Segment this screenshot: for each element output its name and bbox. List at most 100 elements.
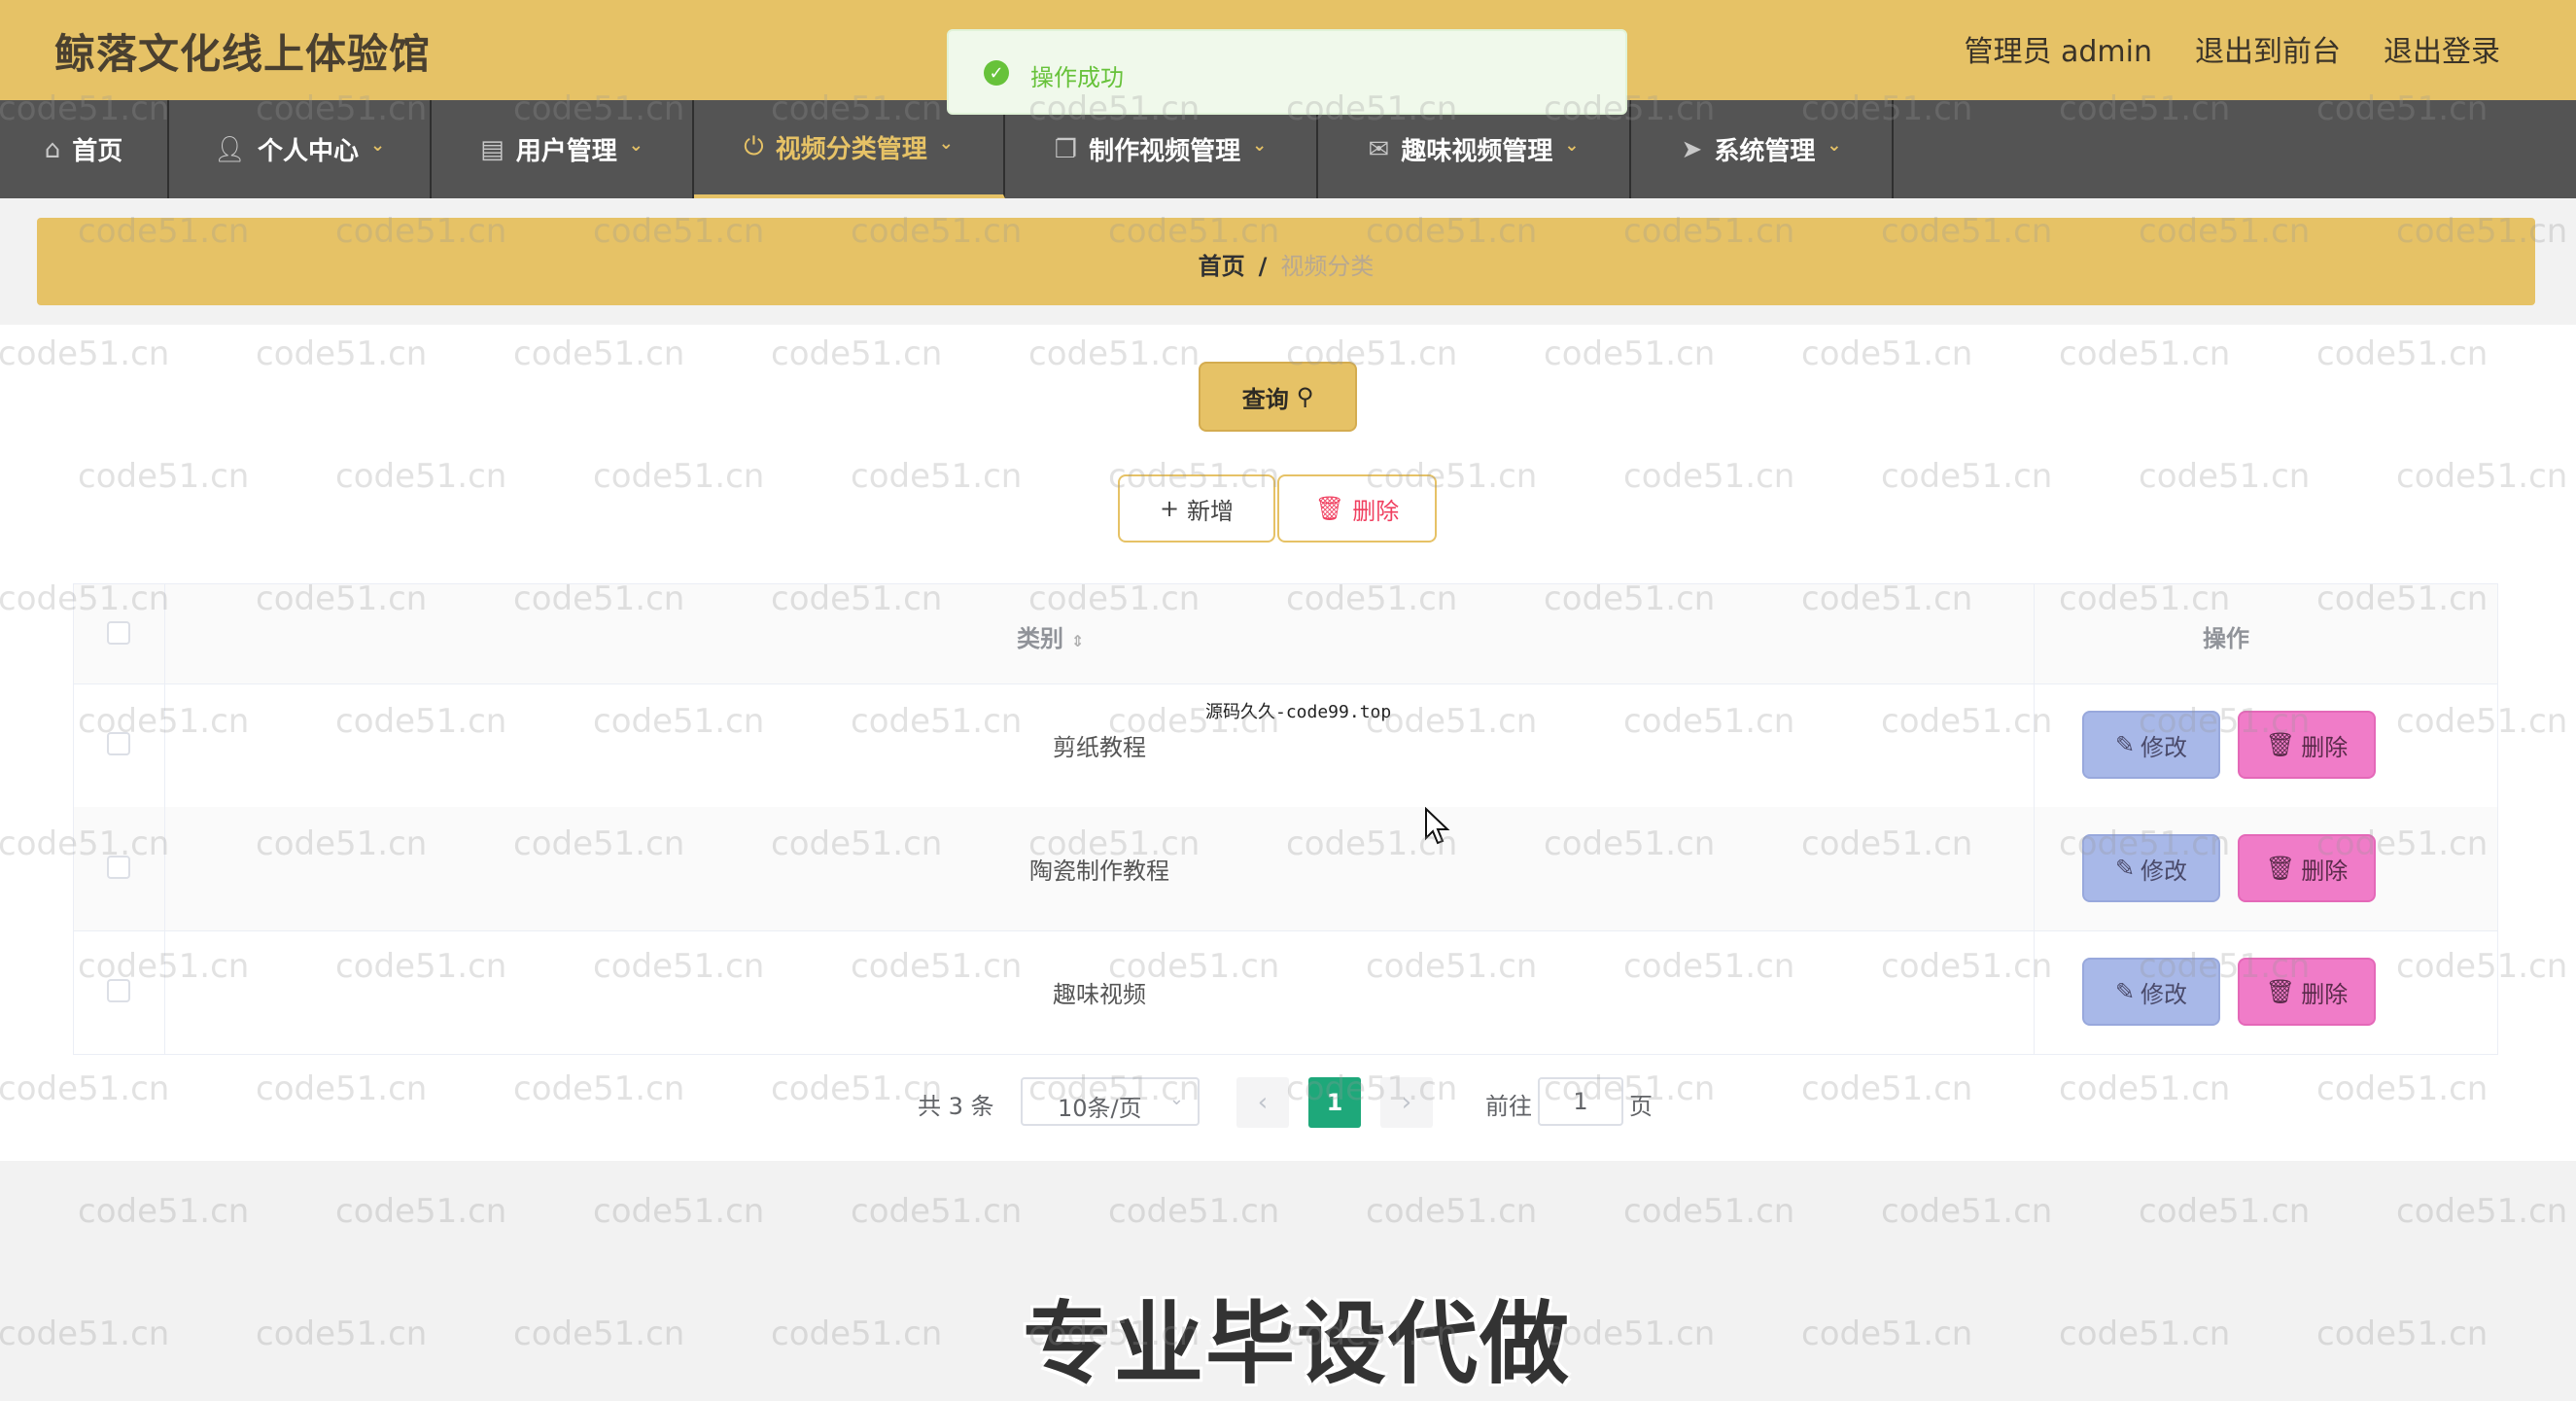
watermark-text: code51.cn — [771, 1314, 943, 1353]
edit-icon: ✎ — [2114, 978, 2136, 1005]
sort-icon[interactable]: ⇕ — [1071, 632, 1084, 650]
prev-page-button[interactable]: ‹ — [1236, 1077, 1289, 1128]
table-header: 类别 ⇕ 操作 — [74, 584, 2497, 684]
nav-item-production-video-management[interactable]: ❐ 制作视频管理 ⌄ — [1005, 100, 1318, 198]
category-cell: 趣味视频 — [1053, 981, 1146, 1008]
nav-item-user-management[interactable]: ▤ 用户管理 ⌄ — [432, 100, 694, 198]
page-number-current[interactable]: 1 — [1308, 1077, 1361, 1128]
nav-label: 趣味视频管理 — [1401, 137, 1553, 166]
mouse-cursor-icon — [1425, 807, 1450, 845]
trash-icon: 🗑︎ — [2265, 731, 2296, 758]
copy-icon: ❐ — [1054, 134, 1078, 164]
toast-message: 操作成功 — [1030, 64, 1124, 91]
watermark-text: code51.cn — [335, 1192, 507, 1231]
chevron-down-icon: ⌄ — [938, 133, 954, 154]
query-button[interactable]: 查询 ⚲ — [1199, 362, 1357, 432]
nav-label: 制作视频管理 — [1089, 137, 1241, 166]
pagination: 共 3 条 10条/页 ⌄ ‹ 1 › 前往 页 — [0, 1075, 2576, 1130]
nav-label: 视频分类管理 — [775, 135, 927, 164]
watermark-text: code51.cn — [1108, 1192, 1280, 1231]
chevron-down-icon: ⌄ — [1827, 135, 1842, 156]
row-checkbox[interactable] — [107, 979, 130, 1002]
breadcrumb-bar: 首页 / 视频分类 — [37, 218, 2535, 305]
category-cell: 剪纸教程 — [1053, 734, 1146, 761]
column-divider — [2034, 584, 2035, 1054]
edit-icon: ✎ — [2114, 855, 2136, 882]
watermark-text: code51.cn — [1366, 1192, 1538, 1231]
nav-label: 用户管理 — [515, 137, 617, 166]
user-icon: 👤︎ — [213, 134, 246, 164]
watermark-text: code51.cn — [0, 1314, 170, 1353]
watermark-text: code51.cn — [1881, 1192, 2053, 1231]
breadcrumb-home[interactable]: 首页 — [1199, 253, 1245, 280]
nav-item-personal-center[interactable]: 👤︎ 个人中心 ⌄ — [169, 100, 432, 198]
chevron-right-icon: › — [1401, 1088, 1412, 1117]
nav-label: 首页 — [72, 137, 123, 166]
search-icon: ⚲ — [1296, 383, 1314, 410]
add-button[interactable]: + 新增 — [1118, 474, 1275, 543]
nav-item-home[interactable]: ⌂ 首页 — [0, 100, 169, 198]
nav-label: 系统管理 — [1714, 137, 1816, 166]
nav-item-video-category-management[interactable]: ⏻ 视频分类管理 ⌄ — [694, 100, 1005, 198]
column-header-category[interactable]: 类别 ⇕ — [1017, 619, 1084, 653]
delete-button-label: 删除 — [2301, 733, 2349, 761]
watermark-text: code51.cn — [256, 1314, 428, 1353]
table-row: 陶瓷制作教程 ✎ 修改 🗑︎ 删除 — [74, 807, 2497, 931]
chevron-down-icon: ⌄ — [369, 135, 386, 156]
edit-icon: ✎ — [2114, 731, 2136, 758]
exit-to-frontend-link[interactable]: 退出到前台 — [2195, 27, 2341, 70]
select-all-checkbox[interactable] — [107, 621, 130, 645]
table-row: 趣味视频 ✎ 修改 🗑︎ 删除 — [74, 930, 2497, 1055]
chevron-down-icon: ⌄ — [628, 135, 644, 156]
send-icon: ➤ — [1681, 134, 1703, 164]
success-toast: ✓ 操作成功 — [947, 29, 1627, 115]
mail-icon: ✉ — [1368, 134, 1390, 164]
watermark-text: code51.cn — [1801, 1314, 1973, 1353]
nav-item-fun-video-management[interactable]: ✉ 趣味视频管理 ⌄ — [1318, 100, 1631, 198]
source-credit: 源码久久-code99.top — [1205, 702, 1392, 722]
column-divider — [164, 584, 165, 1054]
edit-button[interactable]: ✎ 修改 — [2082, 834, 2220, 902]
trash-icon: 🗑︎ — [2265, 978, 2296, 1005]
batch-delete-button[interactable]: 🗑︎ 删除 — [1277, 474, 1437, 543]
goto-label: 前往 — [1485, 1093, 1532, 1120]
delete-button-label: 删除 — [2301, 857, 2349, 885]
category-table: 类别 ⇕ 操作 剪纸教程 ✎ 修改 🗑︎ 删除 陶瓷制作教程 ✎ 修改 🗑︎ 删除 趣味视… — [73, 583, 2498, 1055]
row-checkbox[interactable] — [107, 732, 130, 755]
watermark-text: code51.cn — [851, 1192, 1023, 1231]
trash-icon: 🗑︎ — [1314, 495, 1345, 522]
delete-button[interactable]: 🗑︎ 删除 — [2238, 958, 2376, 1026]
edit-button[interactable]: ✎ 修改 — [2082, 958, 2220, 1026]
logout-link[interactable]: 退出登录 — [2384, 27, 2500, 70]
watermark-text: code51.cn — [2059, 1314, 2231, 1353]
breadcrumb-current: 视频分类 — [1280, 253, 1375, 280]
next-page-button[interactable]: › — [1380, 1077, 1433, 1128]
edit-button-label: 修改 — [2141, 980, 2188, 1008]
edit-button-label: 修改 — [2141, 733, 2188, 761]
page-suffix: 页 — [1629, 1093, 1653, 1120]
delete-button[interactable]: 🗑︎ 删除 — [2238, 834, 2376, 902]
category-cell: 陶瓷制作教程 — [1029, 858, 1169, 885]
plus-icon: + — [1159, 495, 1180, 522]
delete-button-label: 删除 — [2301, 980, 2349, 1008]
check-circle-icon: ✓ — [984, 60, 1009, 86]
chevron-down-icon: ⌄ — [1564, 135, 1580, 156]
nav-label: 个人中心 — [257, 137, 359, 166]
add-button-label: 新增 — [1187, 497, 1235, 525]
chevron-down-icon: ⌄ — [1168, 1089, 1184, 1109]
power-icon: ⏻ — [744, 132, 764, 161]
admin-label: 管理员 admin — [1964, 35, 2152, 69]
edit-button[interactable]: ✎ 修改 — [2082, 711, 2220, 779]
delete-button[interactable]: 🗑︎ 删除 — [2238, 711, 2376, 779]
pagination-total: 共 3 条 — [918, 1093, 994, 1120]
watermark-text: code51.cn — [78, 1192, 250, 1231]
column-header-actions: 操作 — [2203, 625, 2249, 652]
home-icon: ⌂ — [44, 134, 61, 164]
row-checkbox[interactable] — [107, 856, 130, 879]
watermark-text: code51.cn — [2139, 1192, 2311, 1231]
goto-page-input[interactable] — [1538, 1077, 1623, 1126]
page-size-select[interactable]: 10条/页 ⌄ — [1021, 1077, 1200, 1126]
nav-item-system-management[interactable]: ➤ 系统管理 ⌄ — [1631, 100, 1894, 198]
top-links: 管理员 admin 退出到前台 退出登录 — [1964, 27, 2500, 70]
watermark-text: code51.cn — [1623, 1192, 1795, 1231]
